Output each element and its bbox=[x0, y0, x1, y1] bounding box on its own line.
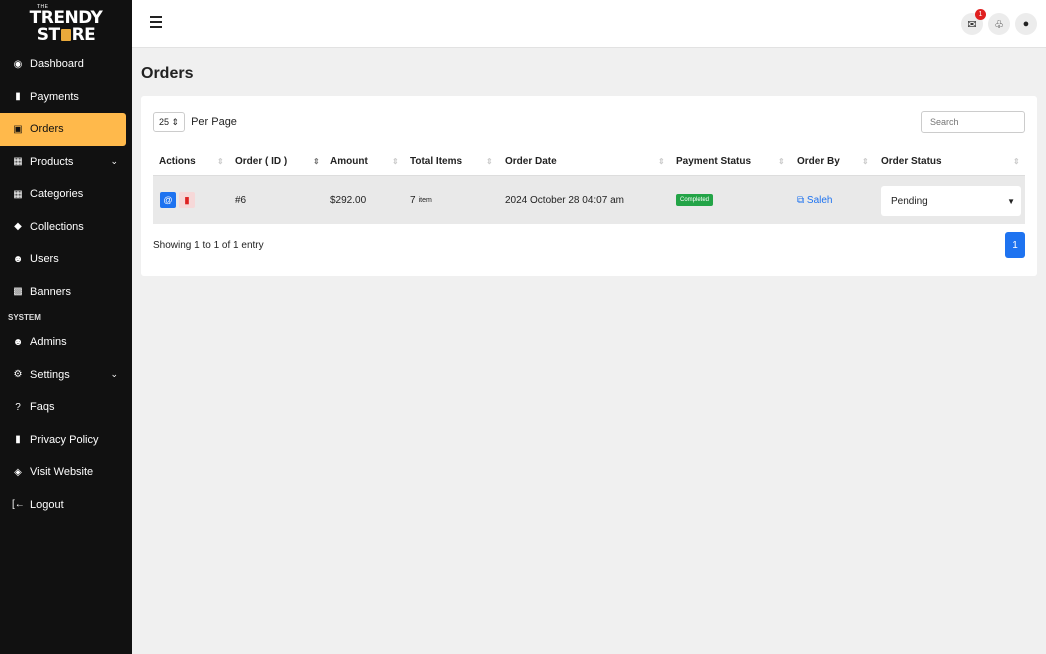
lock-icon: ▮ bbox=[15, 434, 21, 446]
column-header-order-id[interactable]: Order ( ID ) bbox=[235, 148, 287, 175]
column-header-amount[interactable]: Amount bbox=[330, 148, 368, 175]
notification-badge: 1 bbox=[975, 9, 986, 20]
column-header-actions[interactable]: Actions bbox=[159, 148, 196, 175]
sidebar-item-users[interactable]: ☻ Users bbox=[0, 243, 132, 276]
payment-status-cell: Completed bbox=[676, 176, 714, 224]
users-icon: ☻ bbox=[12, 253, 24, 265]
row-actions: @ ▮ bbox=[160, 176, 198, 224]
notifications-button[interactable]: ♧ bbox=[988, 13, 1010, 35]
shopping-bag-icon bbox=[60, 28, 71, 41]
sidebar: THE TRENDY ST RE ◉ Dashboard ▮ Payments ▣ Or… bbox=[0, 0, 132, 654]
entries-summary: Showing 1 to 1 of 1 entry bbox=[153, 240, 264, 251]
page-title: Orders bbox=[141, 65, 194, 82]
sidebar-item-settings[interactable]: ⚙ Settings ⌄ bbox=[0, 359, 132, 392]
external-link-icon: ⧉ bbox=[797, 194, 805, 206]
sort-icon[interactable]: ⇕ bbox=[486, 148, 493, 175]
profile-button[interactable]: ● bbox=[1015, 13, 1037, 35]
column-header-order-date[interactable]: Order Date bbox=[505, 148, 557, 175]
image-icon: ▩ bbox=[13, 286, 23, 298]
sidebar-item-faqs[interactable]: ? Faqs bbox=[0, 391, 132, 424]
globe-icon: ◈ bbox=[14, 466, 22, 478]
chevron-down-icon: ▼ bbox=[1007, 196, 1015, 206]
pdf-icon[interactable]: ▮ bbox=[179, 192, 195, 208]
mail-icon: ✉ bbox=[967, 18, 977, 31]
brand-logo[interactable]: THE TRENDY ST RE bbox=[0, 0, 132, 48]
layers-icon: ◆ bbox=[14, 221, 22, 233]
boxes-icon: ▣ bbox=[13, 123, 23, 135]
sort-icon[interactable]: ⇕ bbox=[658, 148, 665, 175]
chevron-down-icon: ⌄ bbox=[110, 369, 118, 380]
pagination-page-1[interactable]: 1 bbox=[1005, 232, 1025, 258]
receipt-icon: ▮ bbox=[15, 91, 21, 103]
order-total-items: 7 item bbox=[410, 194, 432, 206]
sort-icon[interactable]: ⇕ bbox=[862, 148, 869, 175]
sidebar-item-visit-website[interactable]: ◈ Visit Website bbox=[0, 456, 132, 489]
user-icon: ● bbox=[1022, 18, 1030, 30]
sidebar-item-collections[interactable]: ◆ Collections bbox=[0, 211, 132, 244]
sidebar-item-admins[interactable]: ☻ Admins bbox=[0, 326, 132, 359]
question-icon: ? bbox=[15, 401, 21, 413]
status-badge: Completed bbox=[676, 194, 714, 206]
per-page-control: 25 ⇕ Per Page bbox=[153, 112, 237, 132]
gear-icon: ⚙ bbox=[13, 369, 23, 381]
sort-icon[interactable]: ⇕ bbox=[392, 148, 399, 175]
products-icon: ▦ bbox=[13, 156, 23, 168]
menu-toggle-icon[interactable] bbox=[150, 16, 162, 30]
sidebar-section-label: SYSTEM bbox=[8, 312, 41, 322]
column-header-total-items[interactable]: Total Items bbox=[410, 148, 462, 175]
admin-icon: ☻ bbox=[12, 336, 24, 348]
sidebar-system-nav: ☻ Admins ⚙ Settings ⌄ ? Faqs ▮ Privacy Policy… bbox=[0, 326, 132, 521]
column-header-payment-status[interactable]: Payment Status bbox=[676, 148, 751, 175]
order-status-select[interactable]: Pending ▼ bbox=[881, 186, 1021, 216]
logo-line-2: ST RE bbox=[36, 24, 96, 45]
chevron-down-icon: ⌄ bbox=[110, 156, 118, 167]
table-header: Actions ⇕ Order ( ID ) ⇕ Amount ⇕ Total … bbox=[153, 148, 1025, 176]
per-page-select[interactable]: 25 ⇕ bbox=[153, 112, 186, 132]
logout-icon: [← bbox=[12, 499, 25, 511]
sidebar-item-logout[interactable]: [← Logout bbox=[0, 489, 132, 522]
bell-icon: ♧ bbox=[994, 18, 1004, 31]
email-button[interactable]: @ bbox=[160, 192, 176, 208]
sidebar-item-banners[interactable]: ▩ Banners bbox=[0, 276, 132, 309]
sidebar-item-payments[interactable]: ▮ Payments bbox=[0, 81, 132, 114]
sidebar-item-dashboard[interactable]: ◉ Dashboard bbox=[0, 48, 132, 81]
search-input[interactable] bbox=[921, 111, 1025, 133]
sidebar-nav: ◉ Dashboard ▮ Payments ▣ Orders ▦ Products ⌄ … bbox=[0, 48, 132, 308]
grid-icon: ▦ bbox=[13, 188, 23, 200]
order-id: #6 bbox=[235, 194, 247, 206]
messages-button[interactable]: ✉ 1 bbox=[961, 9, 986, 35]
order-by-link[interactable]: ⧉ Saleh bbox=[797, 176, 833, 224]
sidebar-item-privacy-policy[interactable]: ▮ Privacy Policy bbox=[0, 424, 132, 457]
sort-icon[interactable]: ⇕ bbox=[1013, 148, 1020, 175]
sort-icon[interactable]: ⇕ bbox=[217, 148, 224, 175]
column-header-order-by[interactable]: Order By bbox=[797, 148, 840, 175]
per-page-label: Per Page bbox=[191, 116, 237, 128]
sidebar-item-products[interactable]: ▦ Products ⌄ bbox=[0, 146, 132, 179]
sort-icon[interactable]: ⇕ bbox=[778, 148, 785, 175]
dashboard-icon: ◉ bbox=[13, 58, 23, 70]
orders-card: 25 ⇕ Per Page Actions ⇕ Order ( ID ) ⇕ A… bbox=[141, 96, 1037, 276]
order-amount: $292.00 bbox=[330, 194, 367, 206]
sort-desc-icon[interactable]: ⇕ bbox=[313, 148, 320, 175]
top-bar: ✉ 1 ♧ ● bbox=[132, 0, 1046, 48]
table-row: @ ▮ #6 $292.00 7 item 2024 October 28 04:… bbox=[153, 176, 1025, 224]
sidebar-item-orders[interactable]: ▣ Orders bbox=[0, 113, 126, 146]
column-header-order-status[interactable]: Order Status bbox=[881, 148, 942, 175]
sidebar-item-categories[interactable]: ▦ Categories bbox=[0, 178, 132, 211]
order-date: 2024 October 28 04:07 am bbox=[505, 194, 624, 206]
